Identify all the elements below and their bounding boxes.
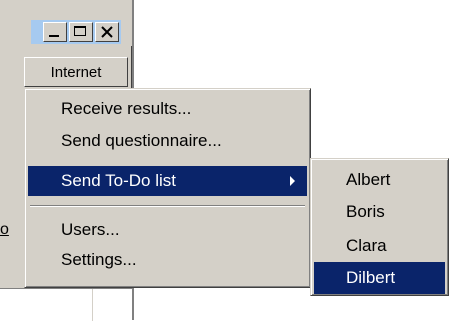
internet-button[interactable]: Internet [24,57,128,87]
menu-item-users[interactable]: Users... [28,215,307,245]
submenu-arrow-icon [290,176,295,186]
menu-item-settings[interactable]: Settings... [28,245,307,275]
submenu-item-label: Dilbert [346,268,396,287]
submenu-item-label: Albert [346,170,391,189]
popup-menu: Receive results... Send questionnaire...… [24,88,311,288]
submenu-item-label: Clara [346,236,387,255]
menu-separator [30,205,305,207]
title-bar [0,0,132,46]
submenu-item-albert[interactable]: Albert [314,164,445,196]
menu-item-label: Send questionnaire... [61,131,222,150]
menu-item-label: Receive results... [61,99,192,118]
menu-item-label: Users... [61,220,120,239]
minimize-button[interactable] [43,22,67,42]
caption-buttons [31,20,121,44]
maximize-button[interactable] [69,22,93,42]
todo-submenu: Albert Boris Clara Dilbert [310,158,449,296]
grid-area [0,288,132,321]
submenu-item-dilbert[interactable]: Dilbert [314,262,445,294]
menu-item-send-questionnaire[interactable]: Send questionnaire... [28,126,307,156]
close-icon [101,26,113,38]
menu-item-receive-results[interactable]: Receive results... [28,94,307,124]
grid-divider [92,289,93,321]
internet-button-label: Internet [50,63,102,81]
partial-tab-label: o [0,221,9,238]
submenu-item-boris[interactable]: Boris [314,196,445,228]
close-button[interactable] [95,22,119,42]
menu-item-label: Send To-Do list [61,171,176,190]
submenu-item-clara[interactable]: Clara [314,230,445,262]
menu-item-label: Settings... [61,250,137,269]
menu-item-send-todo-list[interactable]: Send To-Do list [28,166,307,196]
submenu-item-label: Boris [346,202,385,221]
